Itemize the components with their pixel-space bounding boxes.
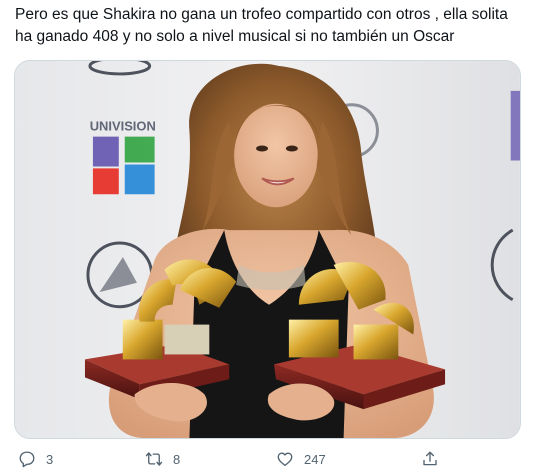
photo-shakira-grammys: UNIVISION	[15, 61, 520, 438]
tweet-photo[interactable]: UNIVISION	[14, 60, 521, 439]
share-button[interactable]	[421, 446, 439, 472]
reply-icon	[19, 451, 35, 468]
reply-button[interactable]: 3	[18, 446, 53, 472]
tweet-text: Pero es que Shakira no gana un trofeo co…	[15, 6, 508, 45]
heart-icon	[277, 452, 293, 467]
like-button[interactable]: 247	[276, 446, 326, 472]
share-icon	[423, 451, 437, 466]
univision-logo-text: UNIVISION	[90, 119, 156, 134]
retweet-count: 8	[173, 451, 181, 467]
retweet-button[interactable]: 8	[145, 446, 180, 472]
reply-count: 3	[46, 451, 54, 467]
tweet-actions: 3 8 247	[0, 446, 537, 472]
retweet-icon	[145, 452, 163, 466]
like-count: 247	[304, 451, 326, 467]
